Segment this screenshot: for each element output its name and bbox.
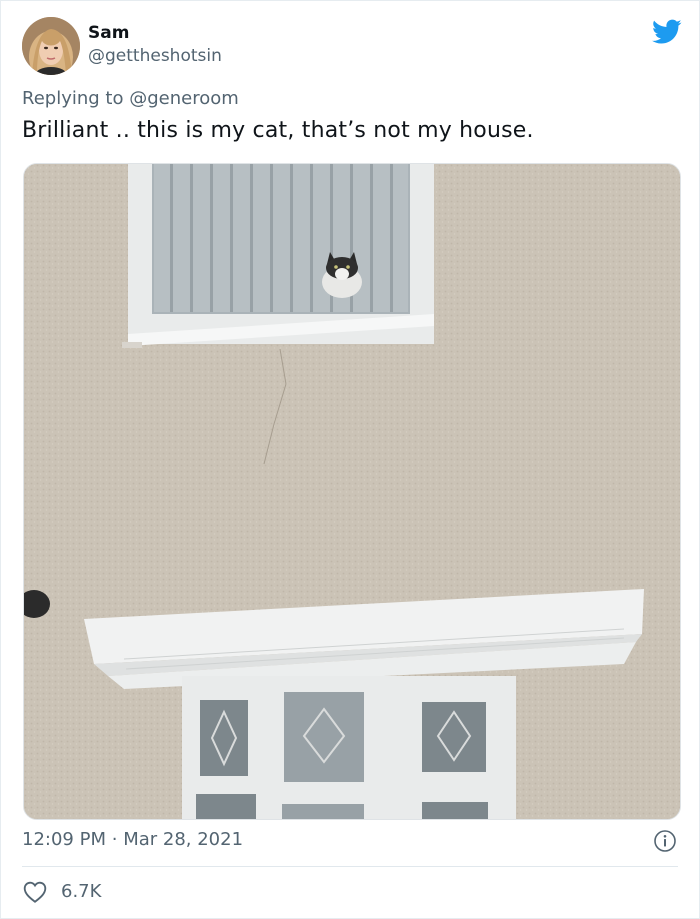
avatar-image [22, 17, 80, 75]
tweet-card: Sam @gettheshotsin Replying to @generoom… [0, 0, 700, 919]
author-handle[interactable]: @gettheshotsin [88, 46, 222, 66]
twitter-bird-icon[interactable] [652, 19, 682, 45]
like-count: 6.7K [61, 881, 102, 902]
photo-content [24, 164, 680, 819]
tweet-timestamp[interactable]: 12:09 PM · Mar 28, 2021 [22, 829, 243, 850]
tweet-time: 12:09 PM [22, 829, 106, 850]
tweet-header: Sam @gettheshotsin [22, 15, 682, 77]
divider [22, 866, 678, 867]
meta-separator: · [111, 829, 118, 850]
author-name[interactable]: Sam [88, 23, 129, 43]
info-icon[interactable] [653, 829, 677, 853]
tweet-text: Brilliant .. this is my cat, that’s not … [22, 118, 534, 143]
avatar[interactable] [22, 17, 80, 75]
reply-context: Replying to @generoom [22, 88, 239, 109]
tweet-photo[interactable] [23, 163, 681, 820]
heart-icon [23, 881, 47, 903]
blinds [154, 164, 408, 312]
reply-to-handle[interactable]: @generoom [129, 88, 239, 109]
reply-prefix: Replying to [22, 88, 124, 109]
tweet-date: Mar 28, 2021 [123, 829, 244, 850]
